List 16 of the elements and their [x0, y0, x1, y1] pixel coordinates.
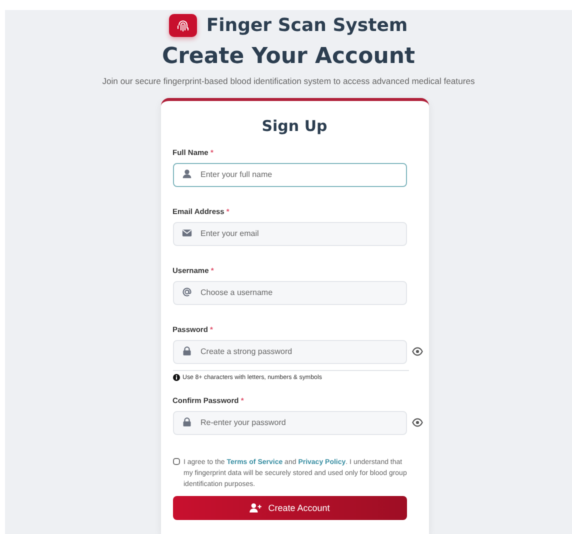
page-heading: Create Your Account: [162, 44, 416, 69]
checkbox[interactable]: [172, 458, 180, 465]
app-name: Finger Scan System: [206, 15, 408, 36]
eye-icon[interactable]: [412, 346, 422, 356]
eye-icon[interactable]: [412, 416, 422, 428]
input-field[interactable]: Enter your full name: [172, 162, 406, 186]
lock-icon: [182, 417, 192, 427]
fingerprint-logo: [169, 14, 198, 37]
form-title: Sign Up: [260, 117, 328, 135]
info-icon: [172, 374, 180, 381]
at-sign-icon: [182, 287, 192, 297]
add-user-icon: [249, 503, 262, 513]
page-subtitle: Join our secure fingerprint-based blood identification system to access advanced medical features: [102, 76, 475, 86]
person-icon: [182, 169, 192, 179]
lock-icon: [182, 346, 192, 356]
create-account-button[interactable]: Create Account: [172, 496, 406, 520]
